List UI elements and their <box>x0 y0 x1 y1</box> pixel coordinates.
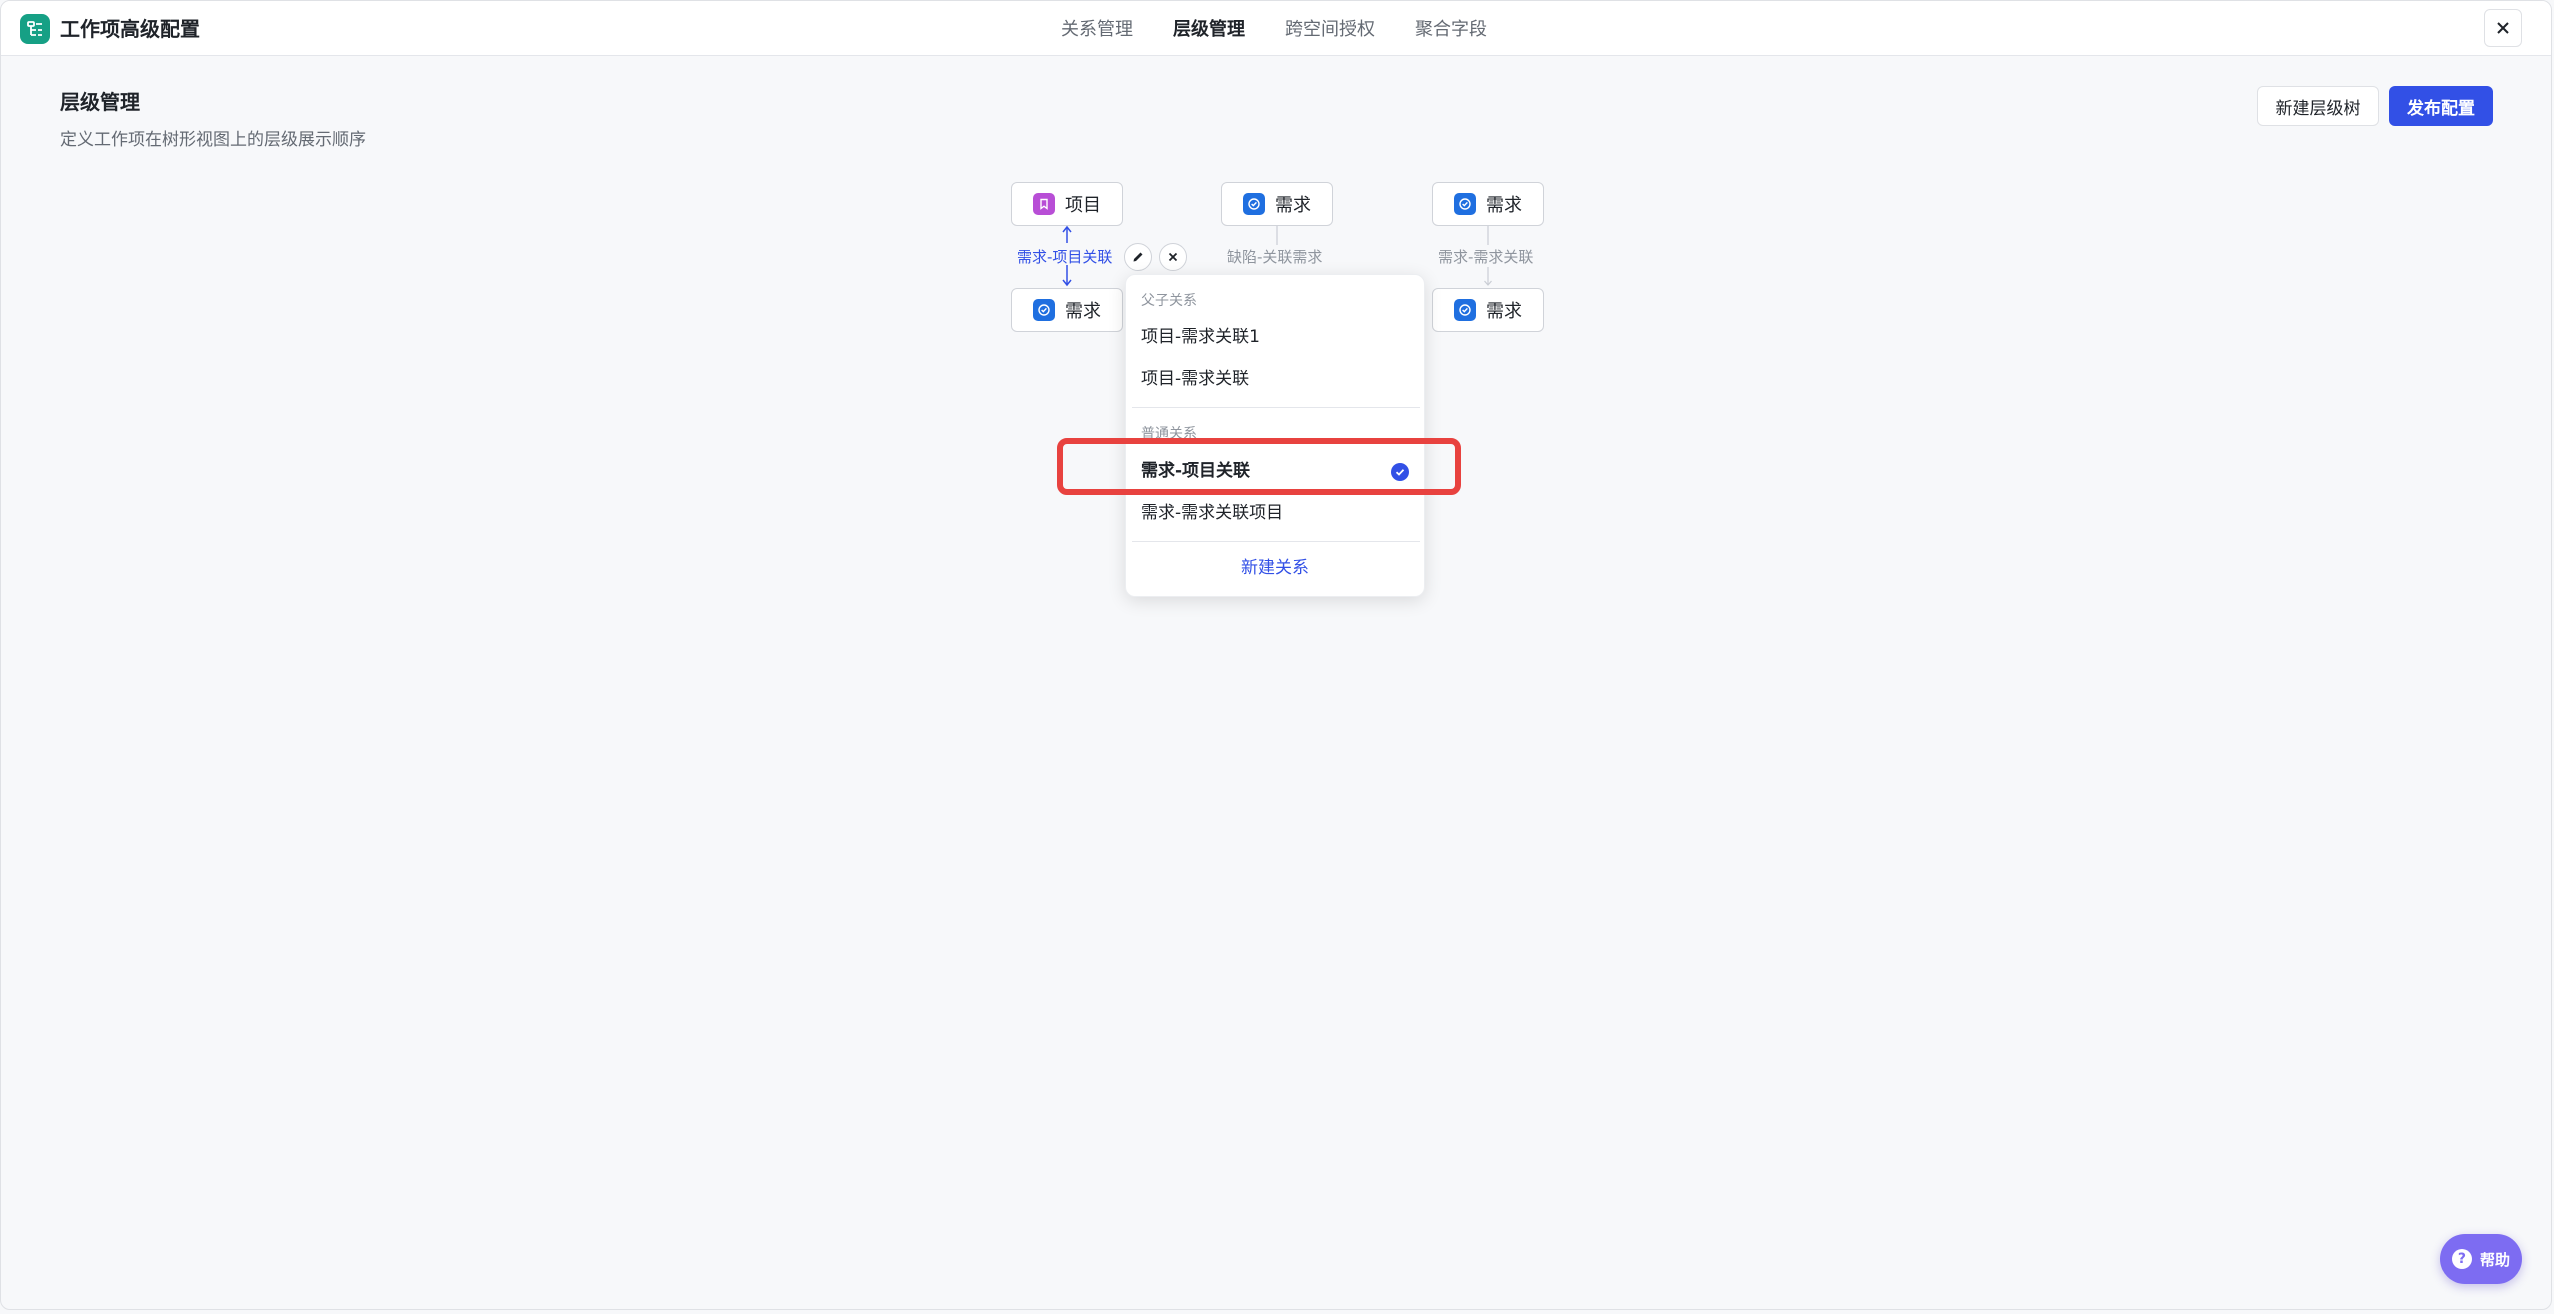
requirement-icon <box>1243 193 1265 215</box>
requirement-icon <box>1454 193 1476 215</box>
relation-label[interactable]: 需求-需求关联 <box>1438 247 1533 267</box>
node-label: 需求 <box>1486 301 1522 322</box>
page-description: 定义工作项在树形视图上的层级展示顺序 <box>60 130 366 150</box>
page-title: 层级管理 <box>60 90 140 114</box>
tree-node-requirement[interactable]: 需求 <box>1011 288 1123 332</box>
edit-relation-button[interactable] <box>1124 243 1152 271</box>
dropdown-divider <box>1132 407 1420 408</box>
tab-hierarchy-management[interactable]: 层级管理 <box>1173 15 1245 45</box>
relation-dropdown: 父子关系 项目-需求关联1 项目-需求关联 普通关系 需求-项目关联 需求-需求… <box>1125 274 1425 597</box>
requirement-icon <box>1454 299 1476 321</box>
requirement-icon <box>1033 299 1055 321</box>
node-label: 项目 <box>1065 195 1101 216</box>
tree-node-requirement[interactable]: 需求 <box>1221 182 1333 226</box>
question-icon: ? <box>2451 1249 2472 1269</box>
tree-node-requirement[interactable]: 需求 <box>1432 288 1544 332</box>
help-label: 帮助 <box>2479 1250 2510 1269</box>
close-icon <box>2497 22 2509 34</box>
node-label: 需求 <box>1275 195 1311 216</box>
tab-cross-space-auth[interactable]: 跨空间授权 <box>1285 15 1375 45</box>
node-label: 需求 <box>1486 195 1522 216</box>
tree-config-icon <box>20 14 50 44</box>
highlight-box <box>1057 438 1461 495</box>
app-window: 工作项高级配置 关系管理 层级管理 跨空间授权 聚合字段 层级管理 定义工作项在… <box>0 0 2552 1310</box>
tree-node-project[interactable]: 项目 <box>1011 182 1123 226</box>
new-tree-button[interactable]: 新建层级树 <box>2257 86 2379 126</box>
close-button[interactable] <box>2484 9 2522 47</box>
dropdown-option[interactable]: 需求-需求关联项目 <box>1141 501 1283 525</box>
new-relation-button[interactable]: 新建关系 <box>1126 553 1424 578</box>
dropdown-option[interactable]: 项目-需求关联 <box>1141 367 1249 391</box>
publish-button[interactable]: 发布配置 <box>2389 86 2493 126</box>
tab-aggregate-fields[interactable]: 聚合字段 <box>1415 15 1487 45</box>
help-button[interactable]: ? 帮助 <box>2440 1234 2522 1284</box>
relation-label[interactable]: 需求-项目关联 <box>1017 247 1112 267</box>
relation-label[interactable]: 缺陷-关联需求 <box>1227 247 1322 267</box>
tab-bar: 关系管理 层级管理 跨空间授权 聚合字段 <box>1061 15 1527 45</box>
bookmark-icon <box>1033 193 1055 215</box>
pencil-icon <box>1133 252 1143 262</box>
node-label: 需求 <box>1065 301 1101 322</box>
tree-node-requirement[interactable]: 需求 <box>1432 182 1544 226</box>
app-title: 工作项高级配置 <box>60 17 200 41</box>
tab-relation-management[interactable]: 关系管理 <box>1061 15 1133 45</box>
remove-relation-button[interactable] <box>1159 243 1187 271</box>
relation-connector <box>1276 226 1278 245</box>
dropdown-divider <box>1132 541 1420 542</box>
dropdown-option[interactable]: 项目-需求关联1 <box>1141 325 1260 349</box>
group-label-parent-child: 父子关系 <box>1141 293 1197 309</box>
close-icon <box>1168 252 1178 262</box>
top-bar: 工作项高级配置 关系管理 层级管理 跨空间授权 聚合字段 <box>1 1 2551 56</box>
